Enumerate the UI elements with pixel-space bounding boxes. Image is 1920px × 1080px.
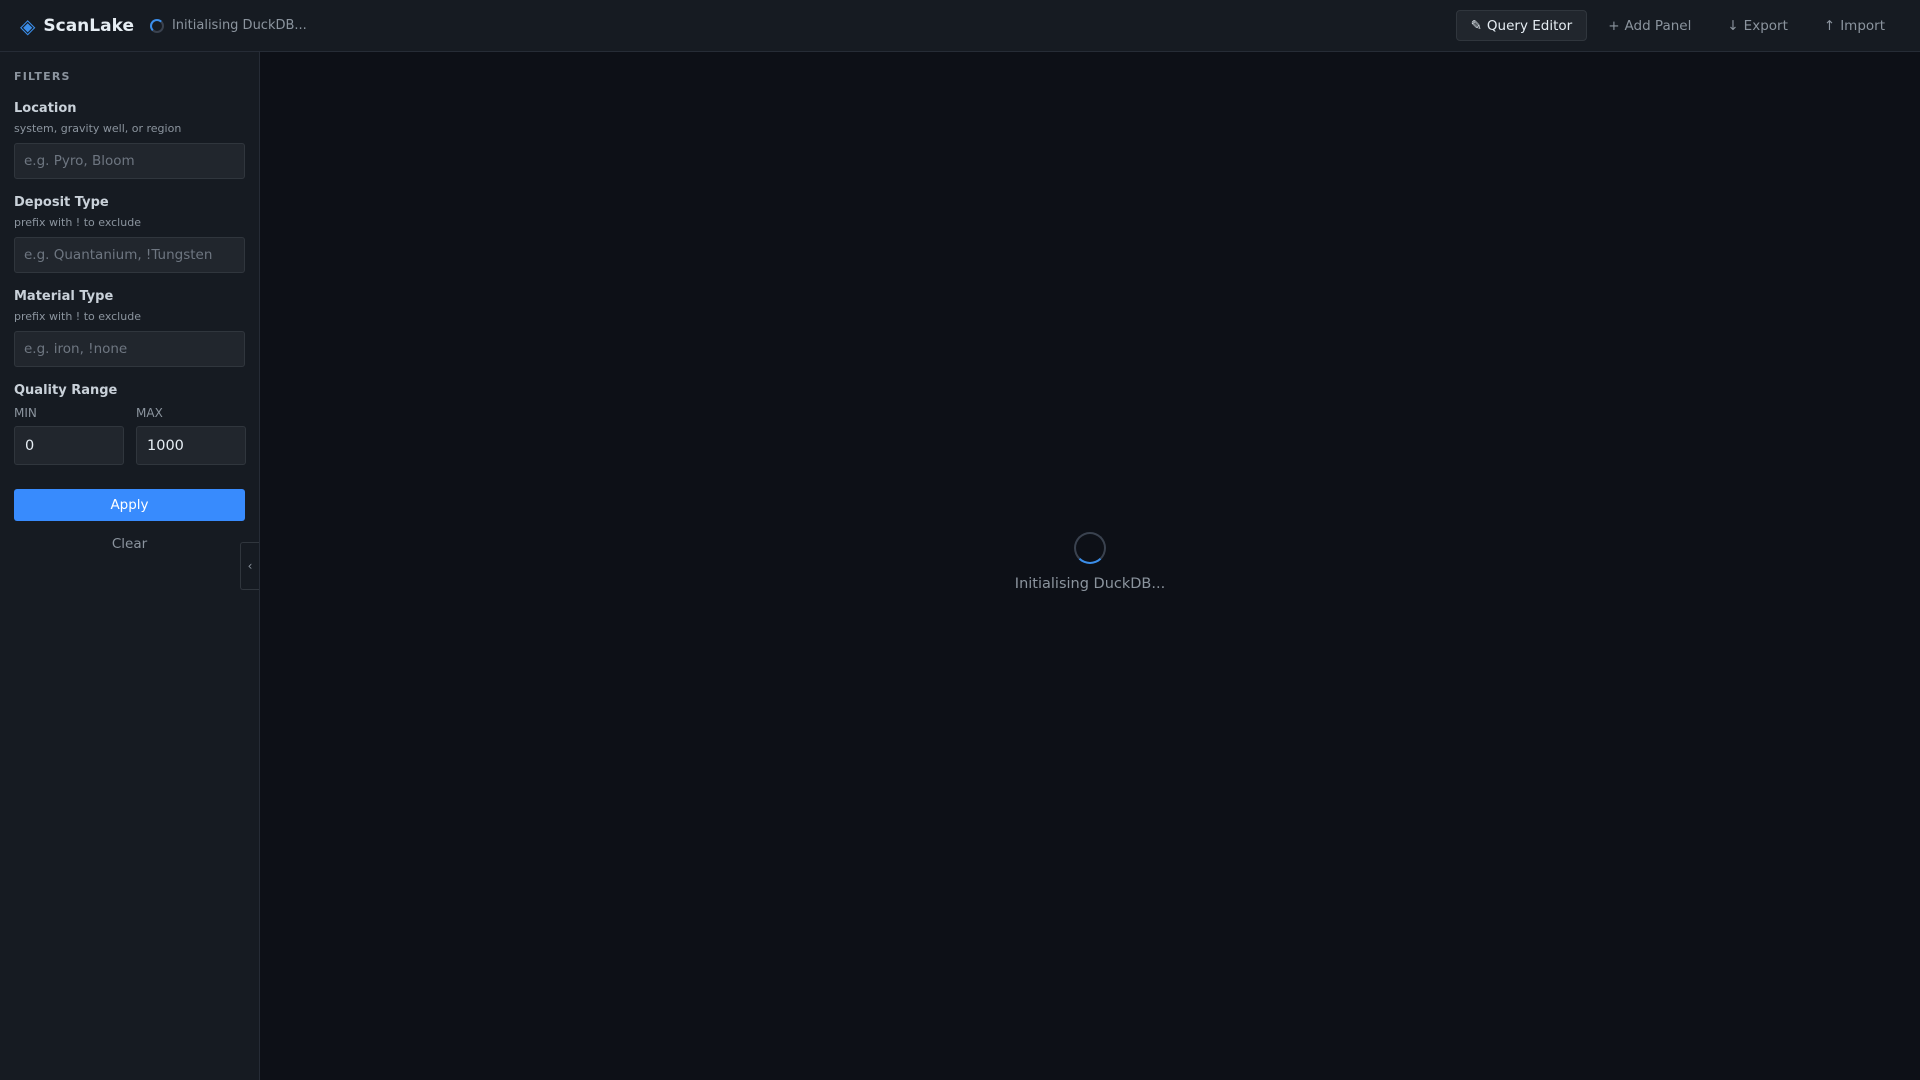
filters-sidebar: FILTERS Location system, gravity well, o… [0,52,260,1080]
quality-max-group: MAX [136,404,246,465]
deposit-type-filter: Deposit Type prefix with ! to exclude [14,195,245,273]
logo-icon: ◈ [20,13,36,38]
loading-spinner-icon [149,18,164,33]
loading-spinner-icon [1074,532,1106,564]
import-label: Import [1840,17,1885,34]
material-type-input[interactable] [14,331,245,367]
location-input[interactable] [14,143,245,179]
app-name: ScanLake [43,15,134,36]
loading-text: Initialising DuckDB... [1014,576,1166,592]
query-editor-button[interactable]: ✎ Query Editor [1455,10,1588,41]
pencil-icon: ✎ [1470,17,1482,34]
location-hint: system, gravity well, or region [14,122,182,135]
material-type-label: Material Type [14,289,114,304]
toolbar-actions: ✎ Query Editor + Add Panel ↓ Export ↑ Im… [1455,10,1900,41]
add-panel-label: Add Panel [1624,17,1692,34]
quality-max-input[interactable] [136,426,246,465]
material-type-hint: prefix with ! to exclude [14,310,141,323]
quality-range-label: Quality Range [14,383,118,398]
export-label: Export [1743,17,1788,34]
add-panel-button[interactable]: + Add Panel [1593,10,1706,41]
export-button[interactable]: ↓ Export [1712,10,1803,41]
arrow-up-icon: ↑ [1823,17,1836,34]
quality-min-input[interactable] [14,426,124,465]
clear-button[interactable]: Clear [14,528,245,560]
arrow-down-icon: ↓ [1727,17,1739,34]
apply-button[interactable]: Apply [14,489,245,521]
location-label: Location [14,101,77,116]
quality-min-group: MIN [14,404,124,465]
top-bar: ◈ ScanLake Initialising DuckDB... ✎ Quer… [0,0,1920,52]
main-content: Initialising DuckDB... [260,52,1920,1080]
quality-min-label: MIN [14,406,37,420]
collapse-sidebar-button[interactable]: ‹ [240,542,259,590]
deposit-type-label: Deposit Type [14,195,109,210]
brand: ◈ ScanLake [20,16,134,36]
deposit-type-hint: prefix with ! to exclude [14,216,141,229]
db-status: Initialising DuckDB... [149,18,307,33]
chevron-left-icon: ‹ [247,559,253,573]
status-text: Initialising DuckDB... [171,18,307,33]
loading-indicator: Initialising DuckDB... [260,532,1920,592]
deposit-type-input[interactable] [14,237,245,273]
plus-icon: + [1608,17,1620,34]
import-button[interactable]: ↑ Import [1809,10,1900,41]
quality-range-inputs: MIN MAX [14,404,246,465]
location-filter: Location system, gravity well, or region [14,101,245,179]
quality-max-label: MAX [136,406,163,420]
filters-title: FILTERS [14,70,71,83]
quality-range-filter: Quality Range MIN MAX [14,383,246,465]
query-editor-label: Query Editor [1486,17,1573,34]
material-type-filter: Material Type prefix with ! to exclude [14,289,245,367]
